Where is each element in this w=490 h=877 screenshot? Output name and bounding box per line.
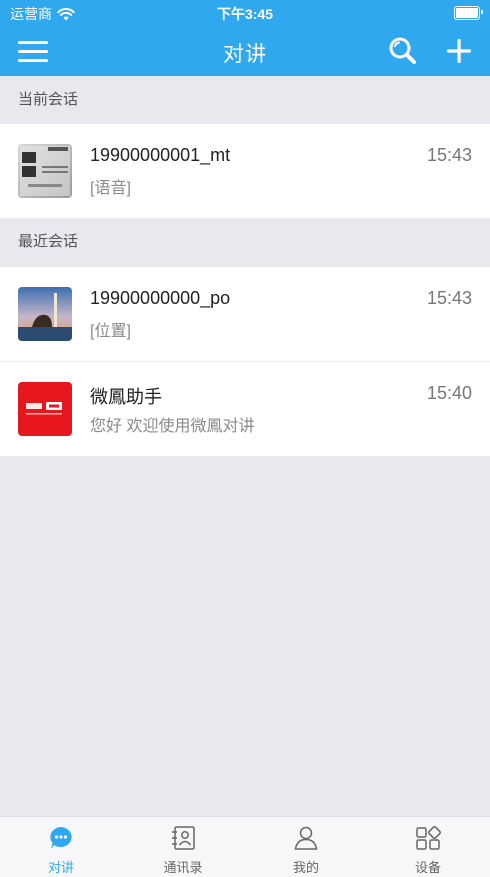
session-preview: [位置] <box>90 323 131 340</box>
search-icon <box>389 37 416 64</box>
session-name: 19900000000_po <box>90 288 231 308</box>
tab-label: 我的 <box>292 860 319 875</box>
tab-profile[interactable]: 我的 <box>245 817 367 877</box>
session-row-current-1[interactable]: 19900000001_mt [语音] 15:43 <box>0 124 490 218</box>
tab-intercom[interactable]: 对讲 <box>0 817 122 877</box>
tab-devices[interactable]: 设备 <box>367 817 489 877</box>
session-preview: 您好 欢迎使用微鳳对讲 <box>90 418 255 435</box>
contacts-icon <box>172 826 195 850</box>
brand-avatar <box>18 382 72 436</box>
book-cover-avatar <box>18 144 72 198</box>
plus-icon <box>447 39 471 63</box>
session-time: 15:40 <box>426 383 472 403</box>
session-preview: [语音] <box>90 180 131 197</box>
session-row-recent-1[interactable]: 19900000000_po [位置] 15:43 <box>0 267 490 361</box>
section-current-header: 当前会话 <box>18 91 79 108</box>
profile-icon <box>294 826 318 850</box>
session-name: 微鳳助手 <box>90 387 162 407</box>
tab-contacts[interactable]: 通讯录 <box>122 817 244 877</box>
tab-label: 通讯录 <box>163 860 203 875</box>
photo-avatar <box>18 287 72 341</box>
nav-bar: 对讲 <box>0 26 490 76</box>
section-recent-header: 最近会话 <box>18 233 79 250</box>
search-button[interactable] <box>386 34 420 68</box>
tab-label: 设备 <box>414 860 441 875</box>
status-bar: 运营商 下午3:45 <box>0 0 490 24</box>
top-bar: 运营商 下午3:45 对讲 <box>0 0 490 76</box>
session-time: 15:43 <box>426 288 472 308</box>
tab-label: 对讲 <box>47 860 74 875</box>
tab-bar: 对讲 通讯录 我的 设备 <box>0 816 490 877</box>
battery-icon <box>454 6 483 20</box>
chat-bubble-icon <box>50 827 72 849</box>
status-time: 下午3:45 <box>216 6 274 22</box>
devices-icon <box>416 826 441 850</box>
add-button[interactable] <box>442 34 476 68</box>
session-time: 15:43 <box>426 145 472 165</box>
session-name: 19900000001_mt <box>90 145 231 165</box>
session-row-recent-2[interactable]: 微鳳助手 您好 欢迎使用微鳳对讲 15:40 <box>0 362 490 456</box>
